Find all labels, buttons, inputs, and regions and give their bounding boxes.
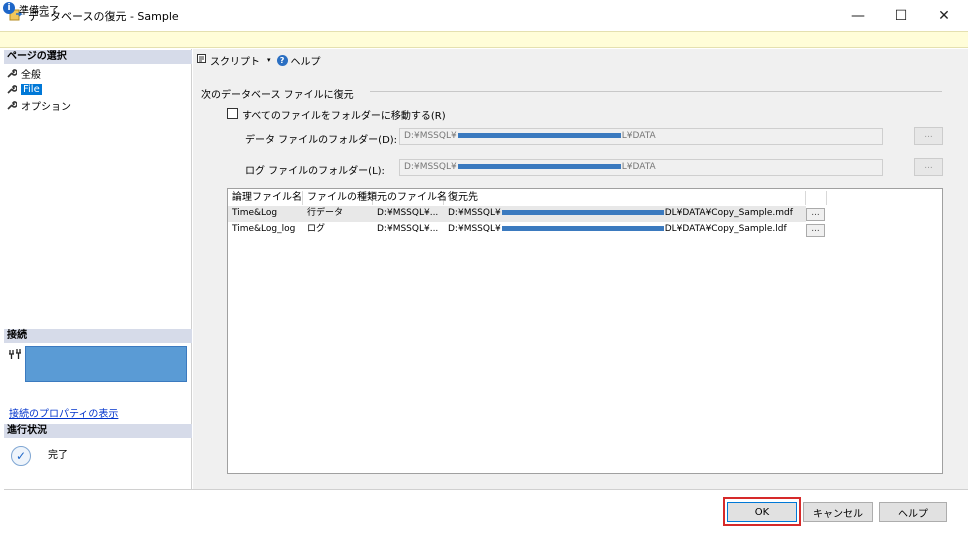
status-bar	[0, 31, 968, 48]
progress-header: 進行状況	[4, 424, 192, 438]
connection-properties-link[interactable]: 接続のプロパティの表示	[9, 405, 118, 420]
minimize-button[interactable]: —	[836, 0, 880, 31]
nav-item-label: 全般	[21, 69, 41, 81]
cell-logical-name: Time&Log_log	[232, 224, 296, 234]
cell-file-type: 行データ	[307, 208, 344, 218]
restore-to-end: DL¥DATA¥Copy_Sample.ldf	[664, 224, 787, 234]
data-folder-value-start: D:¥MSSQL¥	[404, 131, 457, 141]
nav-item-file[interactable]: File	[6, 82, 42, 96]
connection-icon	[8, 348, 22, 363]
footer-divider	[4, 489, 968, 490]
redacted-bar	[457, 164, 621, 169]
log-folder-browse-button[interactable]: ...	[914, 158, 943, 176]
data-folder-browse-button[interactable]: ...	[914, 127, 943, 145]
column-header-blank	[806, 191, 827, 205]
script-button[interactable]: スクリプト	[196, 53, 260, 68]
cell-logical-name: Time&Log	[232, 208, 278, 218]
wrench-icon	[6, 68, 18, 79]
row-browse-button[interactable]: ...	[806, 224, 825, 237]
redacted-bar	[501, 210, 664, 215]
move-all-checkbox[interactable]	[227, 108, 238, 119]
check-icon: ✓	[11, 446, 31, 466]
left-panel	[4, 49, 192, 489]
redacted-bar	[501, 226, 664, 231]
nav-item-label: File	[21, 83, 42, 95]
cell-restore-to: D:¥MSSQL¥ DL¥DATA¥Copy_Sample.mdf	[444, 206, 806, 222]
column-header-file-type[interactable]: ファイルの種類	[303, 191, 377, 205]
nav-item-general[interactable]: 全般	[6, 66, 41, 81]
data-folder-value-end: L¥DATA	[621, 131, 656, 141]
restore-to-start: D:¥MSSQL¥	[448, 208, 501, 218]
script-icon	[196, 53, 207, 67]
connection-info-redacted	[25, 346, 187, 382]
log-folder-label: ログ ファイルのフォルダー(L):	[245, 166, 385, 177]
cell-file-type: ログ	[307, 224, 326, 234]
toolbar-help-button[interactable]: ? ヘルプ	[276, 53, 321, 68]
column-header-original-name[interactable]: 元のファイル名	[373, 191, 447, 205]
move-all-label: すべてのファイルをフォルダーに移動する(R)	[242, 111, 446, 122]
nav-item-label: オプション	[21, 101, 71, 113]
help-icon: ?	[276, 54, 288, 66]
section-title: 次のデータベース ファイルに復元	[201, 90, 354, 101]
cell-original-name: D:¥MSSQL¥...	[377, 224, 439, 234]
log-folder-value-start: D:¥MSSQL¥	[404, 162, 457, 172]
page-select-header: ページの選択	[4, 50, 192, 64]
row-browse-button[interactable]: ...	[806, 208, 825, 221]
wrench-icon	[6, 84, 18, 95]
script-dropdown-arrow[interactable]: ▾	[267, 56, 271, 64]
restore-to-start: D:¥MSSQL¥	[448, 224, 501, 234]
maximize-button[interactable]: ☐	[879, 0, 923, 31]
toolbar: スクリプト ▾ ? ヘルプ	[196, 52, 321, 68]
cancel-button[interactable]: キャンセル	[803, 502, 873, 522]
column-header-logical-name[interactable]: 論理ファイル名	[228, 191, 303, 205]
column-header-restore-to[interactable]: 復元先	[444, 191, 806, 205]
help-button[interactable]: ヘルプ	[879, 502, 947, 522]
minimize-icon: —	[851, 7, 865, 24]
log-folder-value-end: L¥DATA	[621, 162, 656, 172]
redacted-bar	[457, 133, 621, 138]
help-label: ヘルプ	[290, 56, 321, 68]
cell-restore-to: D:¥MSSQL¥ DL¥DATA¥Copy_Sample.ldf	[444, 222, 806, 238]
log-folder-input[interactable]: D:¥MSSQL¥ L¥DATA	[399, 159, 883, 176]
restore-to-end: DL¥DATA¥Copy_Sample.mdf	[664, 208, 793, 218]
nav-item-options[interactable]: オプション	[6, 98, 71, 113]
connection-header: 接続	[4, 329, 192, 343]
section-divider	[370, 91, 942, 92]
ok-button[interactable]: OK	[727, 502, 797, 522]
close-icon: ✕	[938, 7, 950, 24]
maximize-icon: ☐	[894, 7, 908, 24]
info-icon: i	[3, 2, 15, 14]
data-folder-label: データ ファイルのフォルダー(D):	[245, 135, 398, 146]
data-folder-input[interactable]: D:¥MSSQL¥ L¥DATA	[399, 128, 883, 145]
script-label: スクリプト	[210, 56, 260, 68]
close-button[interactable]: ✕	[922, 0, 966, 31]
status-text: 準備完了	[19, 6, 59, 17]
cell-original-name: D:¥MSSQL¥...	[377, 208, 439, 218]
progress-text: 完了	[48, 450, 68, 461]
wrench-icon	[6, 100, 18, 111]
